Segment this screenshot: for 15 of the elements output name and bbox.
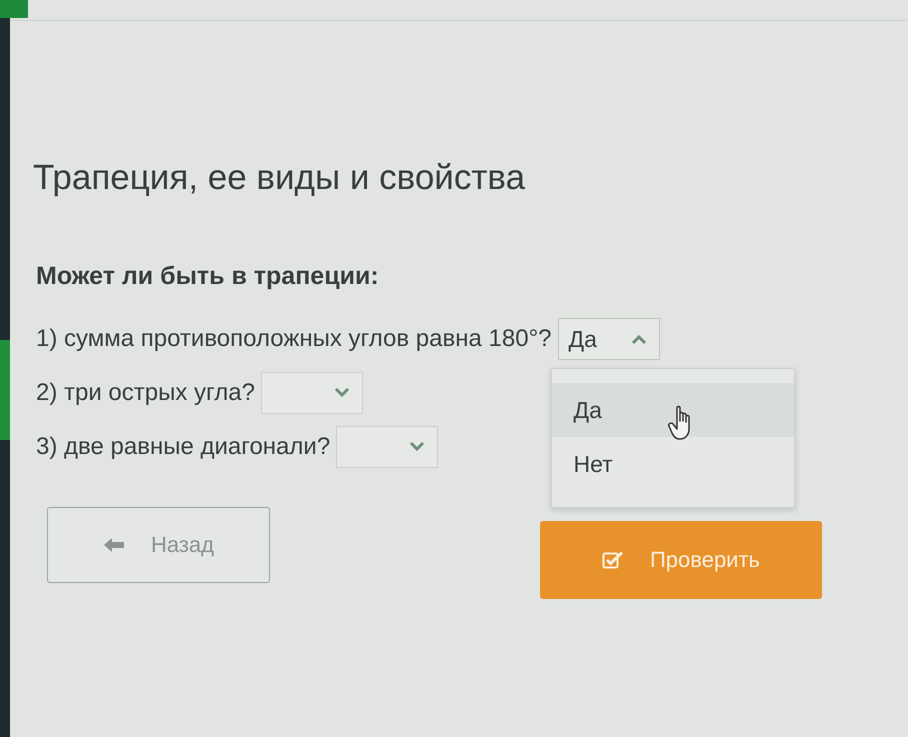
lesson-title: Трапеция, ее виды и свойства bbox=[33, 157, 526, 199]
question-prompt: Может ли быть в трапеции: bbox=[35, 261, 379, 291]
question-text: 1) сумма противоположных углов равна 180°? bbox=[36, 324, 552, 354]
caret-down-icon bbox=[334, 388, 350, 398]
question-text: 2) три острых угла? bbox=[36, 378, 255, 408]
checkbox-icon bbox=[602, 551, 624, 569]
answer-dropdown[interactable] bbox=[336, 426, 438, 468]
arrow-left-icon bbox=[102, 536, 125, 554]
caret-up-icon bbox=[630, 334, 647, 344]
answer-dropdown[interactable]: Да bbox=[558, 318, 660, 360]
dropdown-option[interactable]: Нет bbox=[552, 437, 794, 491]
caret-down-icon bbox=[409, 442, 426, 452]
question-text: 3) две равные диагонали? bbox=[36, 432, 330, 462]
answer-dropdown[interactable] bbox=[260, 372, 363, 414]
dropdown-option[interactable]: Да bbox=[552, 383, 794, 437]
